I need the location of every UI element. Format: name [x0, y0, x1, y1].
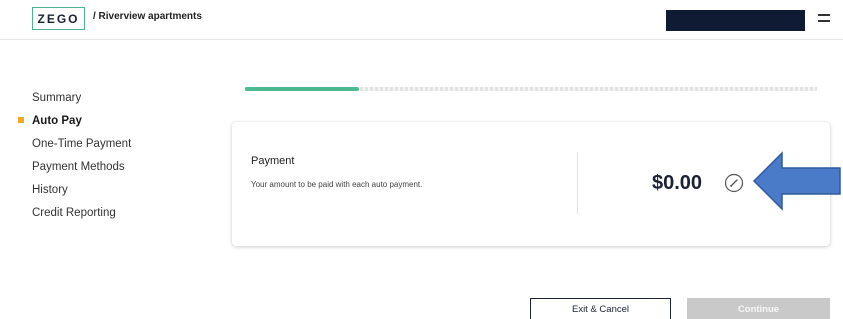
sidebar-item-payment-methods[interactable]: Payment Methods	[18, 155, 218, 178]
payment-amount: $0.00	[652, 172, 703, 194]
breadcrumb: / Riverview apartments	[93, 11, 202, 22]
sidebar-item-one-time-payment[interactable]: One-Time Payment	[18, 132, 218, 155]
sidebar-item-credit-reporting[interactable]: Credit Reporting	[18, 201, 218, 224]
top-bar: ZEGO / Riverview apartments	[0, 0, 843, 40]
sidebar-item-auto-pay[interactable]: Auto Pay	[18, 109, 218, 132]
pencil-circle-icon[interactable]	[724, 173, 744, 193]
continue-button[interactable]: Continue	[687, 298, 830, 319]
arrow-left-icon	[752, 151, 841, 211]
card-description: Your amount to be paid with each auto pa…	[251, 180, 423, 189]
step-progress-bar	[245, 87, 817, 91]
exit-cancel-button[interactable]: Exit & Cancel	[530, 298, 671, 319]
progress-fill	[245, 87, 360, 91]
sidebar-item-label: Credit Reporting	[32, 206, 116, 219]
sidebar-item-label: Summary	[32, 91, 82, 104]
sidebar-nav: Summary Auto Pay One-Time Payment Paymen…	[18, 86, 218, 224]
sidebar-item-label: Payment Methods	[32, 160, 125, 173]
payment-card: Payment Your amount to be paid with each…	[232, 122, 830, 246]
card-divider	[577, 152, 578, 214]
sidebar-item-label: One-Time Payment	[32, 137, 132, 150]
card-title: Payment	[251, 155, 295, 167]
active-marker	[18, 117, 24, 123]
hamburger-icon[interactable]	[818, 14, 830, 23]
user-account-box[interactable]	[666, 10, 805, 31]
sidebar-item-summary[interactable]: Summary	[18, 86, 218, 109]
sidebar-item-label: Auto Pay	[32, 114, 82, 127]
sidebar-item-label: History	[32, 183, 68, 196]
zego-logo[interactable]: ZEGO	[32, 7, 85, 30]
sidebar-item-history[interactable]: History	[18, 178, 218, 201]
